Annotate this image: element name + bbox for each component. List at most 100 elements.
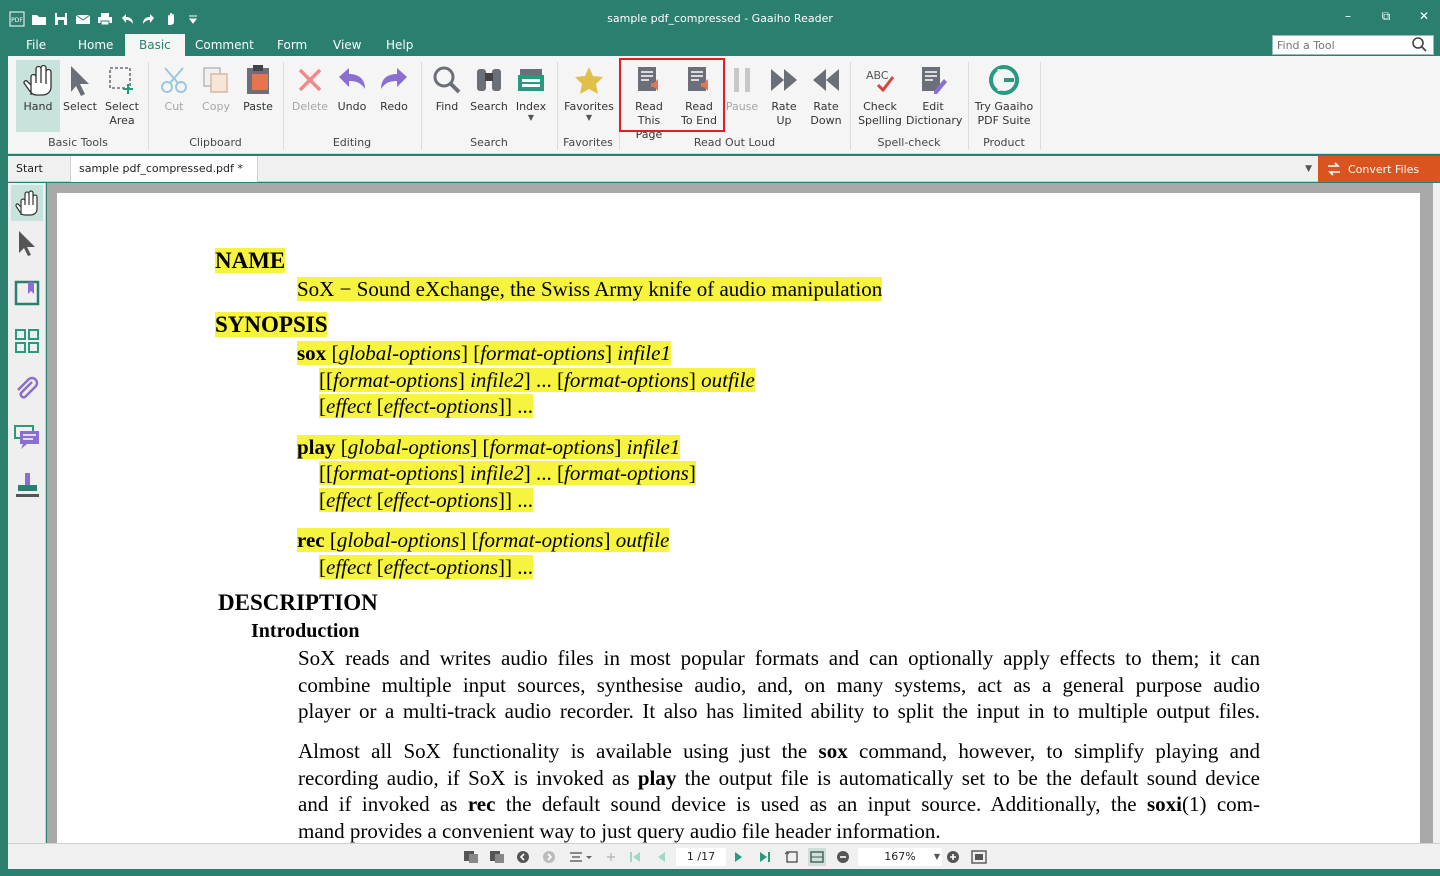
synopsis-play-line2: [[format-options] infile2] ... [format-o… (319, 461, 696, 485)
tab-start[interactable]: Start (8, 156, 51, 182)
undo-button[interactable]: Undo (330, 60, 374, 132)
group-search-label: Search (470, 136, 508, 149)
select-area-icon (109, 67, 133, 94)
next-view-icon[interactable] (540, 848, 558, 866)
search-icon[interactable] (1411, 36, 1427, 55)
search-button[interactable]: Search (467, 60, 511, 132)
zoom-level-field[interactable]: 167% ▼ (858, 848, 942, 866)
tab-help[interactable]: Help (372, 34, 427, 56)
tab-home[interactable]: Home (64, 34, 127, 56)
collapse-icon[interactable] (602, 848, 620, 866)
undo-arrow-icon (339, 68, 365, 89)
single-page-view-icon[interactable] (462, 848, 480, 866)
sidebar-hand-tool[interactable] (11, 185, 43, 221)
name-description: SoX − Sound eXchange, the Swiss Army kni… (297, 277, 883, 301)
synopsis-sox-line1: sox [global-options] [format-options] in… (297, 341, 671, 365)
favorites-button[interactable]: Favorites ▼ (564, 60, 614, 132)
two-page-view-icon[interactable] (488, 848, 506, 866)
thumbnails-grid-icon (15, 329, 39, 353)
synopsis-play-line1: play [global-options] [format-options] i… (297, 435, 681, 459)
tab-form[interactable]: Form (263, 34, 321, 56)
tab-comment[interactable]: Comment (181, 34, 268, 56)
copy-button[interactable]: Copy (194, 60, 238, 132)
minimize-icon[interactable]: – (1340, 8, 1356, 24)
ribbon: Hand Select Select Area Basic Tools Cut … (8, 56, 1440, 154)
rotate-icon[interactable] (783, 848, 801, 866)
cut-button[interactable]: Cut (152, 60, 196, 132)
heading-description: DESCRIPTION (218, 590, 378, 615)
hand-button[interactable]: Hand (16, 60, 60, 132)
previous-view-icon[interactable] (514, 848, 532, 866)
bottom-navigation-bar: 1 /17 167% ▼ (8, 843, 1440, 869)
sidebar-thumbnails[interactable] (11, 323, 43, 359)
zoom-in-icon[interactable] (944, 848, 962, 866)
tab-view[interactable]: View (319, 34, 375, 56)
find-button[interactable]: Find (425, 60, 469, 132)
find-tool-input[interactable] (1273, 38, 1411, 52)
sidebar-select-tool[interactable] (11, 225, 43, 261)
next-page-icon[interactable] (730, 848, 748, 866)
find-tool-box (1272, 35, 1434, 55)
fast-forward-icon (771, 69, 797, 91)
intro-paragraph-1: SoX reads and writes audio files in most… (298, 646, 1260, 724)
heading-introduction: Introduction (251, 620, 360, 642)
vertical-scrollbar[interactable] (1433, 183, 1440, 843)
previous-page-icon[interactable] (652, 848, 670, 866)
read-out-loud-highlight-box (619, 58, 725, 132)
dictionary-icon (922, 67, 947, 94)
group-clipboard-label: Clipboard (189, 136, 242, 149)
page-number-input[interactable]: 1 /17 (676, 848, 726, 866)
close-icon[interactable]: ✕ (1416, 8, 1432, 24)
full-screen-icon[interactable] (970, 848, 988, 866)
group-editing-label: Editing (332, 136, 372, 149)
first-page-icon[interactable] (626, 848, 644, 866)
restore-icon[interactable]: ⧉ (1378, 8, 1394, 24)
fit-page-icon[interactable] (808, 848, 826, 866)
index-icon (518, 69, 544, 91)
fit-width-dropdown-icon[interactable] (568, 848, 594, 866)
tab-basic[interactable]: Basic (125, 34, 185, 56)
select-button[interactable]: Select (58, 60, 102, 132)
tabs-dropdown-icon[interactable]: ▼ (1305, 164, 1312, 174)
check-spelling-button[interactable]: ABC Check Spelling (854, 60, 906, 132)
arrow-cursor-icon (71, 66, 89, 96)
try-gaaiho-button[interactable]: Try Gaaiho PDF Suite (974, 60, 1034, 132)
sidebar-comments[interactable] (11, 419, 43, 455)
copy-icon (203, 67, 228, 93)
synopsis-rec-line2: [effect [effect-options]] ... (319, 555, 534, 579)
group-favorites-label: Favorites (563, 136, 613, 149)
sidebar-stamps[interactable] (11, 467, 43, 503)
rate-down-button[interactable]: Rate Down (804, 60, 848, 132)
heading-name: NAME (215, 248, 286, 273)
svg-text:ABC: ABC (866, 69, 889, 82)
group-read-out-loud-label: Read Out Loud (693, 136, 776, 149)
zoom-out-icon[interactable] (834, 848, 852, 866)
paste-button[interactable]: Paste (236, 60, 280, 132)
synopsis-sox-line2: [[format-options] infile2] ... [format-o… (319, 368, 755, 392)
hand-icon (23, 64, 52, 96)
tab-document[interactable]: sample pdf_compressed.pdf * ✕ (70, 156, 258, 201)
tab-file[interactable]: File (12, 34, 60, 56)
select-area-button[interactable]: Select Area (100, 60, 144, 132)
document-viewport[interactable]: NAME SoX − Sound eXchange, the Swiss Arm… (47, 183, 1433, 843)
index-button[interactable]: Index ▼ (509, 60, 553, 132)
stamp-icon (16, 473, 39, 497)
delete-button[interactable]: Delete (288, 60, 332, 132)
arrow-cursor-icon (19, 231, 35, 256)
document-tabs: Start sample pdf_compressed.pdf * ✕ ▼ Co… (8, 156, 1440, 201)
pdf-page: NAME SoX − Sound eXchange, the Swiss Arm… (57, 193, 1420, 843)
hand-icon (15, 190, 38, 216)
paperclip-icon (17, 376, 39, 399)
redo-button[interactable]: Redo (372, 60, 416, 132)
edit-dictionary-button[interactable]: Edit Dictionary (906, 60, 962, 132)
zoom-dropdown-icon[interactable]: ▼ (934, 848, 940, 866)
pause-button[interactable]: Pause (720, 60, 764, 132)
last-page-icon[interactable] (756, 848, 774, 866)
convert-files-button[interactable]: Convert Files (1318, 156, 1440, 182)
gaaiho-logo-icon (989, 65, 1019, 95)
binoculars-icon (477, 69, 501, 91)
sidebar-bookmarks[interactable] (11, 275, 43, 311)
group-basic-tools-label: Basic Tools (48, 136, 108, 149)
sidebar-attachments[interactable] (11, 371, 43, 407)
rate-up-button[interactable]: Rate Up (762, 60, 806, 132)
